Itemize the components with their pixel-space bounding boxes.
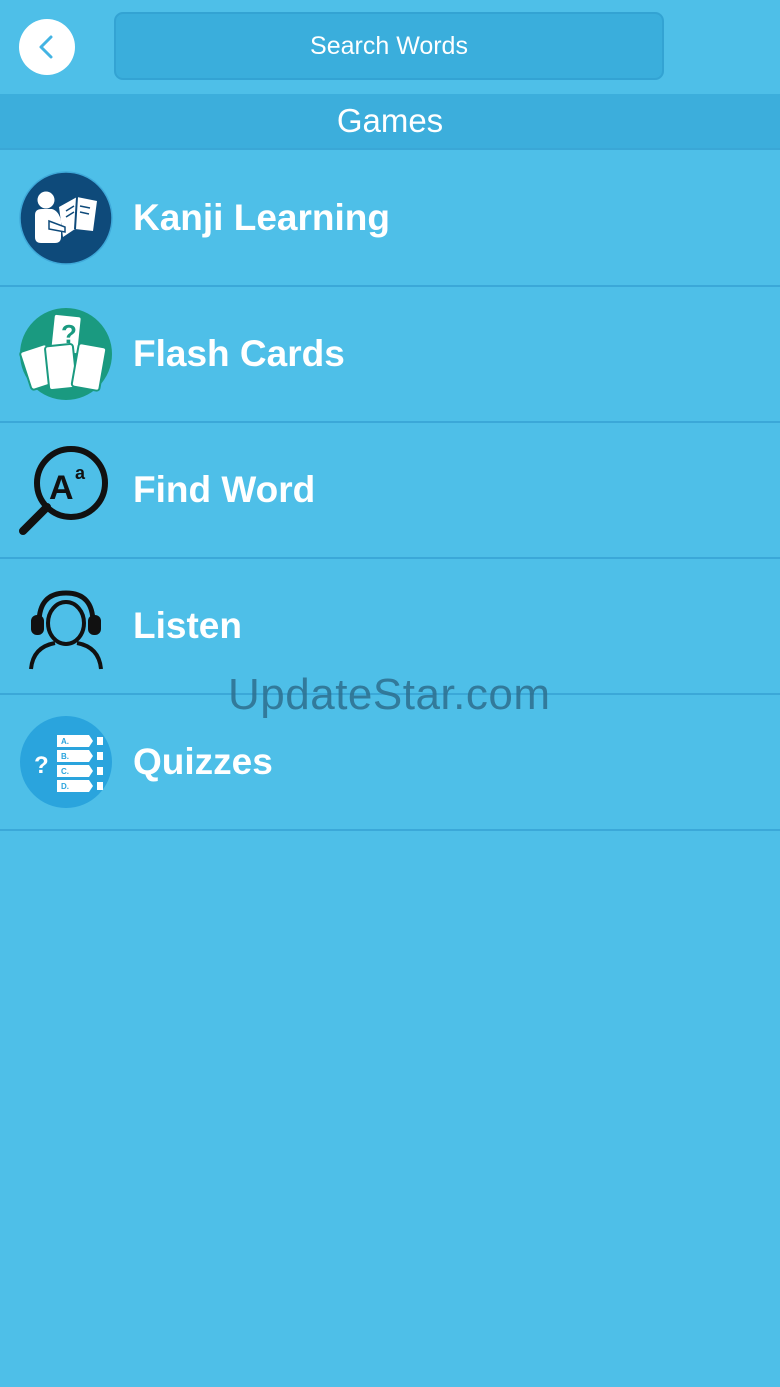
menu-item-label: Find Word xyxy=(133,469,316,510)
menu-item-label: Quizzes xyxy=(133,741,273,782)
quiz-list-icon: ? A. B. C. D. xyxy=(20,716,112,808)
menu-item-kanji-learning[interactable]: Kanji Learning xyxy=(0,151,780,287)
menu-item-flash-cards[interactable]: ? Flash Cards xyxy=(0,287,780,423)
menu-item-label: Flash Cards xyxy=(133,333,345,374)
svg-text:?: ? xyxy=(34,752,49,779)
menu-item-label: Listen xyxy=(133,605,242,646)
chevron-left-icon xyxy=(39,35,53,59)
flash-cards-icon: ? xyxy=(19,308,112,400)
search-input[interactable]: Search Words xyxy=(114,12,664,80)
svg-text:D.: D. xyxy=(61,782,69,791)
games-list: Kanji Learning ? Flash Cards A a Find Wo… xyxy=(0,151,780,831)
svg-text:a: a xyxy=(75,463,86,483)
svg-text:B.: B. xyxy=(61,752,69,761)
menu-item-label: Kanji Learning xyxy=(133,197,390,238)
magnifier-icon: A a xyxy=(19,446,108,535)
headset-person-icon xyxy=(29,590,103,670)
reading-person-icon xyxy=(19,171,113,265)
section-title: Games xyxy=(0,94,780,150)
search-placeholder: Search Words xyxy=(310,31,468,60)
menu-item-find-word[interactable]: A a Find Word xyxy=(0,423,780,559)
svg-text:A.: A. xyxy=(61,737,69,746)
svg-text:A: A xyxy=(49,469,74,507)
top-bar: Search Words xyxy=(0,0,780,94)
back-button[interactable] xyxy=(19,19,75,75)
watermark: UpdateStar.com xyxy=(228,670,551,719)
app-screen: Search Words Games Kanji Learning ? Flas… xyxy=(0,0,780,1387)
svg-text:C.: C. xyxy=(61,767,69,776)
